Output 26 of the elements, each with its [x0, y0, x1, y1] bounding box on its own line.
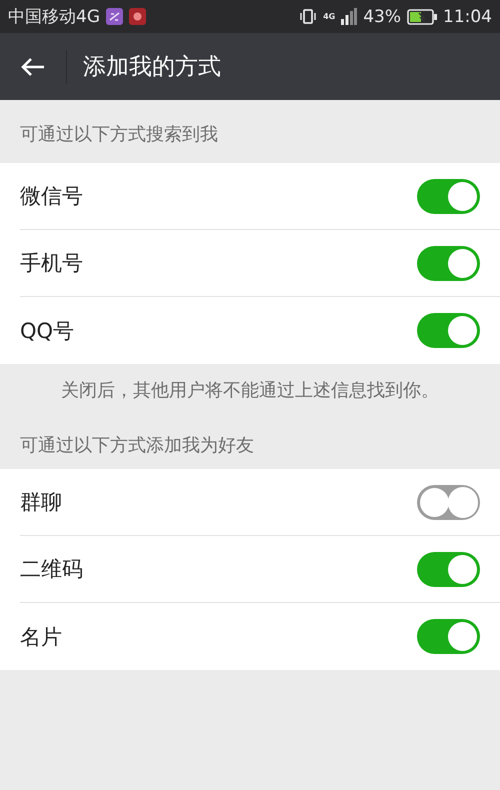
section-header: 可通过以下方式搜索到我 — [19, 122, 219, 146]
toggle-switch[interactable] — [417, 619, 480, 654]
battery-percent: 43% — [363, 6, 401, 26]
section-header: 可通过以下方式添加我为好友 — [19, 434, 255, 458]
setting-label: 群聊 — [20, 489, 63, 516]
time-text: 11:04 — [443, 6, 492, 26]
carrier-text: 中国移动4G — [8, 6, 100, 28]
setting-label: 微信号 — [20, 183, 84, 210]
app-icon — [129, 8, 146, 25]
setting-label: QQ号 — [20, 318, 76, 344]
toggle-switch[interactable] — [417, 246, 480, 280]
back-icon — [20, 56, 46, 78]
setting-label: 二维码 — [20, 556, 84, 583]
toggle-switch[interactable] — [417, 313, 480, 348]
section-note: 关闭后，其他用户将不能通过上述信息找到你。 — [60, 379, 440, 403]
signal-icon — [341, 8, 358, 25]
battery-icon — [407, 8, 437, 24]
setting-label: 手机号 — [20, 250, 84, 277]
vibrate-icon — [299, 8, 318, 25]
toggle-switch[interactable] — [417, 552, 480, 586]
toggle-switch[interactable] — [417, 484, 480, 520]
page-title: 添加我的方式 — [83, 53, 221, 82]
setting-label: 名片 — [20, 624, 63, 650]
app-icon — [106, 8, 123, 25]
toggle-switch[interactable] — [417, 178, 480, 214]
network-type-text: 4G — [323, 12, 336, 20]
